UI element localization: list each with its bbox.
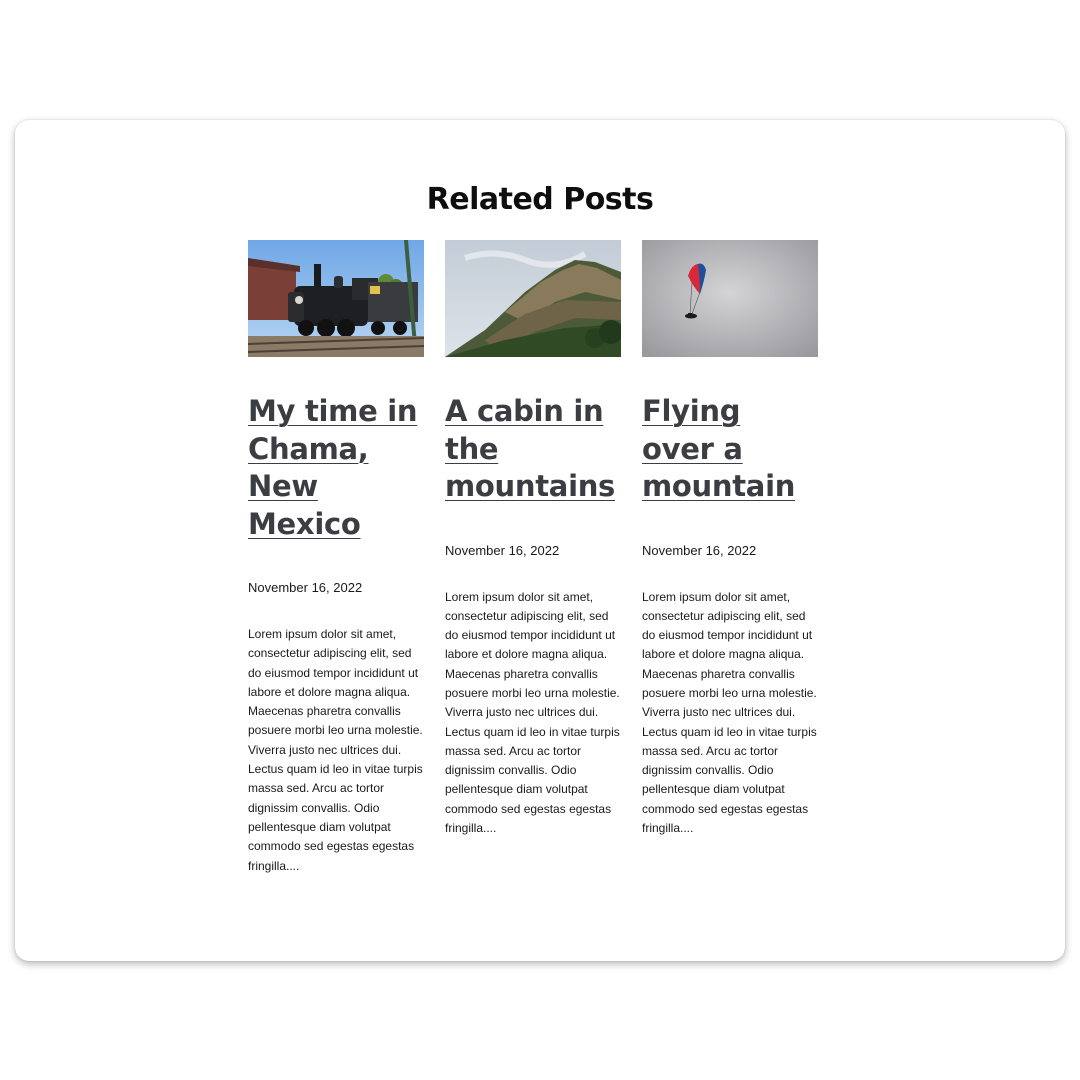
post-card: My time in Chama, New Mexico November 16… [248, 240, 424, 876]
paraglider-image [642, 240, 818, 357]
post-title: A cabin in the mountains [445, 393, 621, 506]
post-title-link[interactable]: My time in Chama, New Mexico [248, 394, 418, 541]
post-title-link[interactable]: Flying over a mountain [642, 394, 795, 503]
train-image [248, 240, 424, 357]
post-card: A cabin in the mountains November 16, 20… [445, 240, 621, 838]
post-thumbnail-mountain[interactable] [445, 240, 621, 357]
post-date: November 16, 2022 [445, 542, 560, 558]
post-thumbnail-paraglider[interactable] [642, 240, 818, 357]
post-title-link[interactable]: A cabin in the mountains [445, 394, 615, 503]
post-excerpt: Lorem ipsum dolor sit amet, consectetur … [642, 589, 817, 836]
mountain-image [445, 240, 621, 357]
post-date: November 16, 2022 [642, 542, 757, 558]
post-card: Flying over a mountain November 16, 2022… [642, 240, 818, 838]
post-date: November 16, 2022 [248, 580, 363, 595]
post-excerpt: Lorem ipsum dolor sit amet, consectetur … [248, 627, 423, 873]
post-thumbnail-train[interactable] [248, 240, 424, 357]
post-title: Flying over a mountain [642, 393, 818, 506]
post-title: My time in Chama, New Mexico [248, 393, 424, 543]
section-title: Related Posts [426, 182, 654, 217]
related-posts-card: Related Posts My time in Chama, New Mexi… [15, 120, 1065, 961]
post-excerpt: Lorem ipsum dolor sit amet, consectetur … [445, 589, 620, 836]
